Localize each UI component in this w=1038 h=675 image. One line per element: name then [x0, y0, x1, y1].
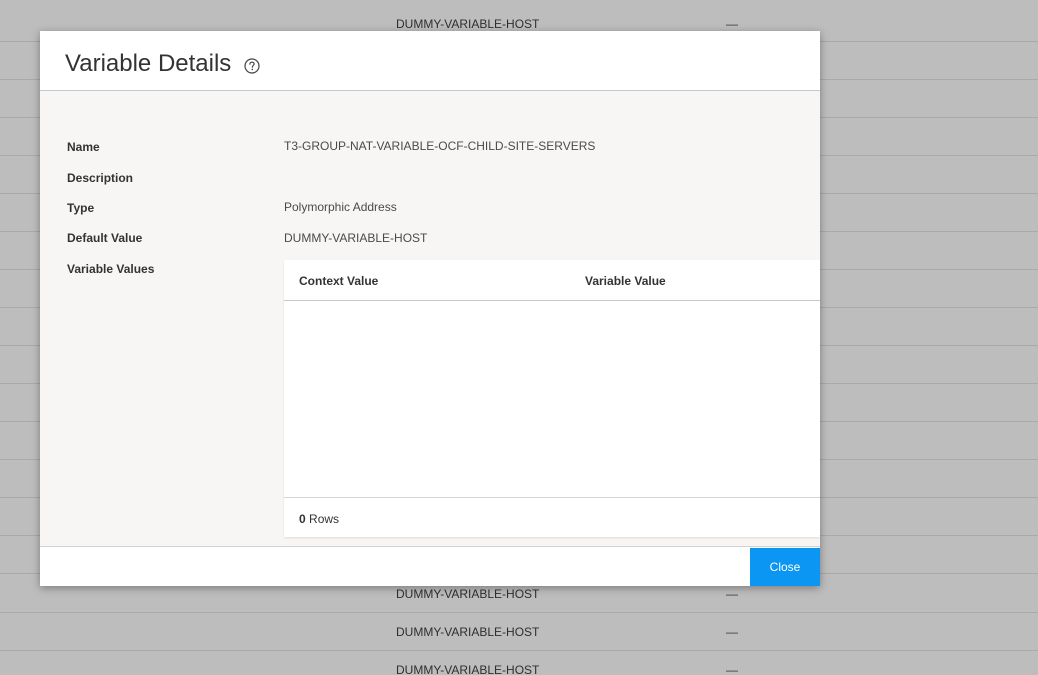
default-value: DUMMY-VARIABLE-HOST [284, 231, 428, 245]
description-label: Description [67, 171, 134, 185]
row-count-number: 0 [299, 512, 306, 526]
host-cell: DUMMY-VARIABLE-HOST [396, 17, 540, 31]
host-cell: DUMMY-VARIABLE-HOST [396, 625, 540, 639]
host-cell: DUMMY-VARIABLE-HOST [396, 587, 540, 601]
dash-cell: — [726, 663, 738, 675]
name-label: Name [67, 140, 100, 154]
row-count: 0 Rows [299, 512, 339, 526]
column-header-variable-value[interactable]: Variable Value [585, 274, 666, 288]
grid-footer: 0 Rows [284, 497, 820, 537]
close-button[interactable]: Close [750, 548, 820, 586]
variable-details-dialog: Variable Details Name T3-GROUP-NAT-VARIA… [40, 31, 820, 586]
table-row: DUMMY-VARIABLE-HOST — [0, 614, 1038, 651]
table-row: DUMMY-VARIABLE-HOST — [0, 652, 1038, 675]
row-count-suffix: Rows [309, 512, 340, 526]
name-value: T3-GROUP-NAT-VARIABLE-OCF-CHILD-SITE-SER… [284, 139, 596, 153]
dialog-header: Variable Details [40, 31, 820, 91]
question-circle-icon[interactable] [244, 58, 260, 74]
type-value: Polymorphic Address [284, 200, 397, 214]
dialog-title: Variable Details [65, 50, 232, 77]
type-label: Type [67, 201, 95, 215]
dialog-footer: Close [40, 547, 820, 586]
dialog-body: Name T3-GROUP-NAT-VARIABLE-OCF-CHILD-SIT… [40, 91, 820, 547]
variable-values-grid: Context Value Variable Value 0 Rows [284, 260, 820, 537]
grid-header: Context Value Variable Value [284, 260, 820, 301]
default-value-label: Default Value [67, 231, 143, 245]
host-cell: DUMMY-VARIABLE-HOST [396, 663, 540, 675]
dash-cell: — [726, 587, 738, 601]
dash-cell: — [726, 625, 738, 639]
column-header-context-value[interactable]: Context Value [299, 274, 378, 288]
variable-values-label: Variable Values [67, 262, 155, 276]
dash-cell: — [726, 17, 738, 31]
